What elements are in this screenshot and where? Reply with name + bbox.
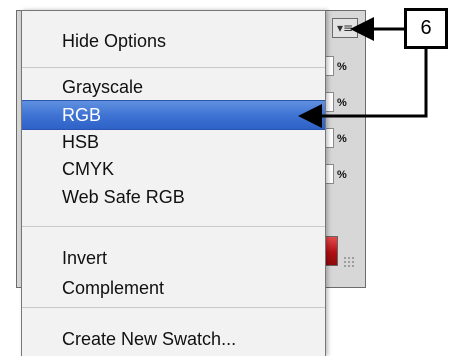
panel-options-menu: Hide Options Grayscale RGB HSB CMYK Web …	[21, 10, 326, 356]
menu-separator	[22, 307, 325, 308]
resize-grip-icon[interactable]	[343, 256, 355, 268]
menu-item-invert[interactable]: Invert	[22, 243, 325, 273]
callout-number: 6	[420, 17, 432, 39]
percent-label-2: %	[337, 97, 347, 109]
menu-item-web-safe-rgb[interactable]: Web Safe RGB	[22, 182, 325, 212]
menu-separator	[22, 67, 325, 68]
percent-label-3: %	[337, 133, 347, 145]
percent-label-1: %	[337, 61, 347, 73]
menu-item-grayscale[interactable]: Grayscale	[22, 72, 325, 102]
menu-item-rgb[interactable]: RGB	[22, 100, 325, 130]
percent-label-4: %	[337, 169, 347, 181]
panel-menu-button[interactable]: ▾≡	[332, 18, 358, 38]
menu-item-complement[interactable]: Complement	[22, 273, 325, 303]
menu-item-hide-options[interactable]: Hide Options	[22, 26, 325, 56]
menu-separator	[22, 226, 325, 227]
menu-item-hsb[interactable]: HSB	[22, 127, 325, 157]
callout-number-box: 6	[404, 8, 448, 49]
menu-item-create-new-swatch[interactable]: Create New Swatch...	[22, 324, 325, 354]
panel-menu-icon: ▾≡	[336, 21, 354, 35]
menu-item-cmyk[interactable]: CMYK	[22, 154, 325, 184]
